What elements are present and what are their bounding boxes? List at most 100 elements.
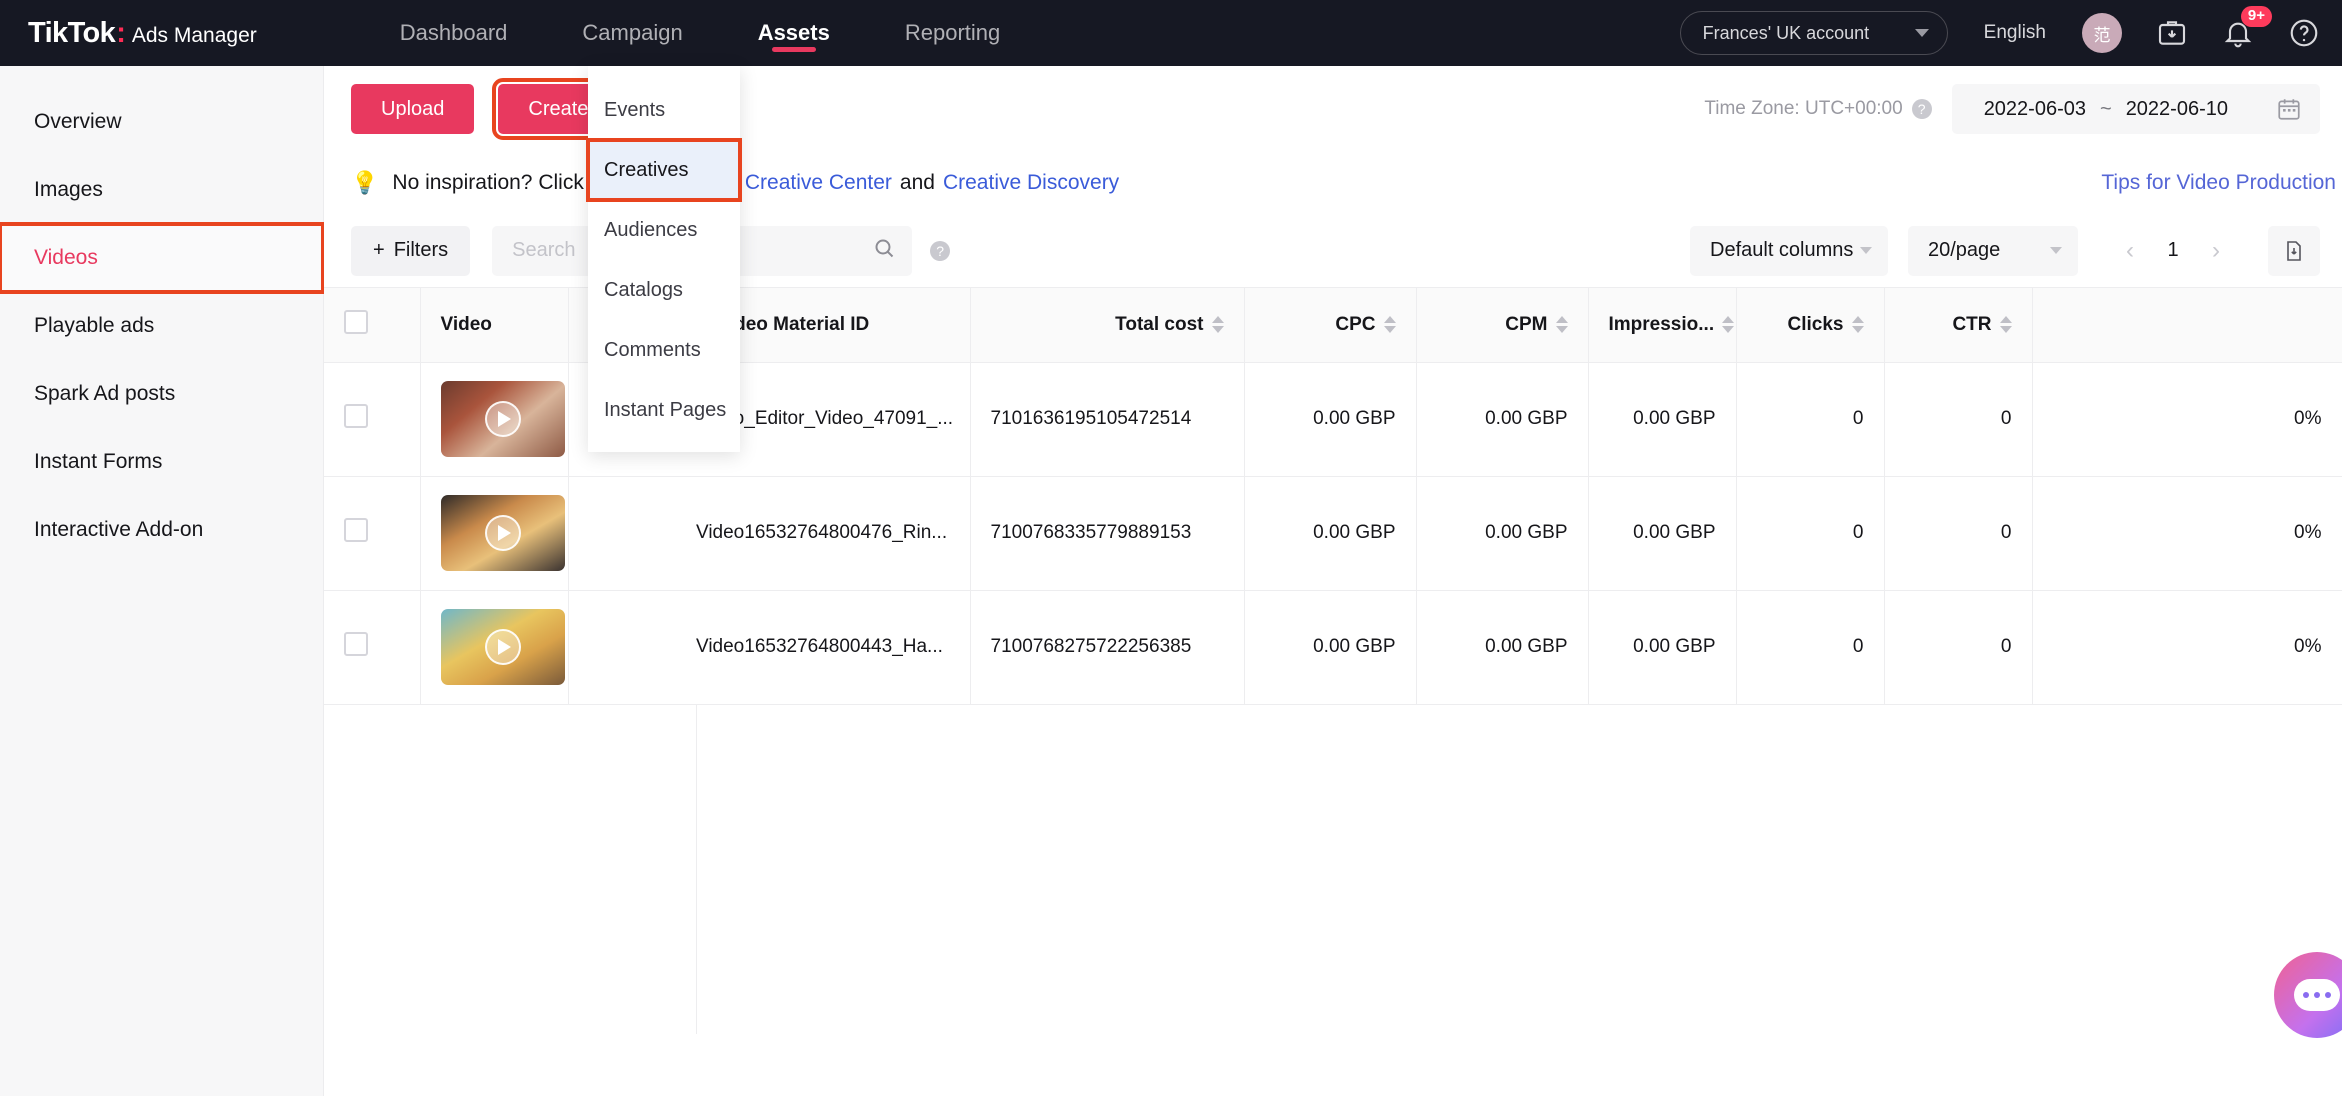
column-header-date[interactable] [2032, 288, 2342, 363]
search-icon[interactable] [872, 236, 896, 265]
video-name-spacer [568, 476, 696, 591]
select-all-checkbox[interactable] [344, 309, 368, 334]
sort-icon[interactable] [1383, 316, 1396, 334]
upload-button[interactable]: Upload [351, 84, 475, 134]
account-selector[interactable]: Frances' UK account [1679, 11, 1948, 55]
sort-icon[interactable] [1555, 316, 1568, 334]
creative-center-link[interactable]: Creative Center [745, 171, 892, 195]
column-header-impressions[interactable]: Impressio... [1588, 288, 1737, 363]
export-download-button[interactable] [2268, 225, 2320, 276]
row-checkbox[interactable] [344, 404, 368, 428]
brand-name: TikTok [28, 16, 116, 49]
clicks-cell: 0 [1884, 476, 2033, 591]
sidebar-item-playable-ads[interactable]: Playable ads [0, 292, 323, 360]
dropdown-item-comments[interactable]: Comments [588, 320, 740, 380]
account-name: Frances' UK account [1702, 22, 1870, 43]
sidebar-item-instant-forms[interactable]: Instant Forms [0, 428, 323, 496]
play-icon[interactable] [484, 515, 521, 551]
sort-icon[interactable] [1722, 316, 1735, 334]
row-select-cell [324, 362, 421, 477]
play-icon[interactable] [484, 401, 521, 437]
current-page-number[interactable]: 1 [2158, 239, 2188, 262]
video-thumbnail[interactable] [440, 381, 565, 457]
next-page-button[interactable]: › [2188, 237, 2244, 265]
toolbox-icon[interactable] [2156, 17, 2188, 49]
column-header-total-cost[interactable]: Total cost [970, 288, 1245, 363]
creative-discovery-link[interactable]: Creative Discovery [943, 171, 1119, 195]
dropdown-item-creatives[interactable]: Creatives [586, 138, 742, 202]
clicks-cell: 0 [1884, 362, 2033, 477]
filter-bar-right-controls: Default columns 20/page ‹ 1 › [1690, 225, 2320, 276]
page-size-selector[interactable]: 20/page [1908, 225, 2078, 276]
brand-product: Ads Manager [131, 23, 257, 47]
tip-text-and: and [899, 171, 935, 194]
date-range-picker[interactable]: 2022-06-03 ~ 2022-06-10 [1951, 84, 2320, 134]
filters-label: Filters [393, 239, 449, 261]
sort-icon[interactable] [1211, 316, 1224, 334]
sidebar-item-spark-ad-posts[interactable]: Spark Ad posts [0, 360, 323, 428]
tiktok-ads-manager-page: TikTok: Ads Manager Dashboard Campaign A… [0, 0, 2342, 1096]
sidebar-item-images[interactable]: Images [0, 156, 323, 224]
help-icon[interactable] [2288, 17, 2320, 49]
dropdown-item-audiences[interactable]: Audiences [588, 200, 740, 260]
sidebar-item-interactive-add-on[interactable]: Interactive Add-on [0, 496, 323, 564]
timezone-daterange: Time Zone: UTC+00:00 ? 2022-06-03 ~ 2022… [1704, 84, 2320, 134]
nav-tab-assets[interactable]: Assets [758, 0, 830, 66]
nav-tab-campaign[interactable]: Campaign [582, 0, 682, 66]
nav-tab-reporting[interactable]: Reporting [905, 0, 1000, 66]
sort-icon[interactable] [1999, 316, 2012, 334]
table-empty-space [324, 704, 2342, 1034]
dropdown-item-events[interactable]: Events [588, 80, 740, 140]
dropdown-item-instant-pages[interactable]: Instant Pages [588, 380, 740, 440]
lightbulb-icon: 💡 [351, 170, 379, 195]
tips-for-video-production-link[interactable]: Tips for Video Production [2101, 171, 2336, 195]
date-start: 2022-06-03 [1983, 97, 2086, 120]
date-separator: ~ [2100, 97, 2112, 120]
ctr-cell: 0% [2032, 362, 2342, 477]
column-header-clicks[interactable]: Clicks [1736, 288, 1885, 363]
column-header-cpm[interactable]: CPM [1416, 288, 1589, 363]
video-name-cell: Video16532764800476_Rin... [696, 476, 971, 591]
chevron-down-icon [2050, 247, 2062, 254]
columns-label: Default columns [1710, 239, 1854, 261]
sidebar-item-overview[interactable]: Overview [0, 88, 323, 156]
nav-tabs: Dashboard Campaign Assets Reporting [400, 0, 1075, 66]
tip-text-before: No inspiration? Click h [392, 171, 602, 194]
sidebar-item-videos[interactable]: Videos [0, 222, 325, 294]
table-row[interactable]: Video16532764800476_Rin... 7100768335779… [324, 476, 2342, 591]
video-thumbnail[interactable] [440, 609, 565, 685]
column-header-cpc[interactable]: CPC [1244, 288, 1417, 363]
columns-selector[interactable]: Default columns [1690, 225, 1888, 276]
column-header-cpc-label: CPC [1335, 313, 1376, 335]
table-row[interactable]: Video16532764800443_Ha... 71007682757222… [324, 590, 2342, 705]
top-navigation-bar: TikTok: Ads Manager Dashboard Campaign A… [0, 0, 2342, 66]
notifications-bell-icon[interactable]: 9+ [2222, 6, 2272, 49]
dropdown-item-catalogs[interactable]: Catalogs [588, 260, 740, 320]
total-cost-cell: 0.00 GBP [1244, 590, 1417, 705]
ctr-cell: 0% [2032, 590, 2342, 705]
language-selector[interactable]: English [1984, 22, 2046, 44]
select-all-header [324, 288, 421, 363]
column-header-video[interactable]: Video [420, 288, 569, 363]
prev-page-button[interactable]: ‹ [2102, 237, 2158, 265]
video-material-id-cell: 7100768335779889153 [970, 476, 1245, 591]
brand-colon: : [116, 16, 126, 49]
cpm-cell: 0.00 GBP [1588, 362, 1737, 477]
sidebar: Overview Images Videos Playable ads Spar… [0, 66, 325, 1096]
video-name-cell: Video16532764800443_Ha... [696, 590, 971, 705]
search-help-icon[interactable]: ? [930, 240, 951, 261]
play-icon[interactable] [484, 629, 521, 665]
avatar[interactable]: 范 [2082, 13, 2122, 53]
brand-logo[interactable]: TikTok: Ads Manager [28, 17, 257, 50]
pagination: ‹ 1 › [2102, 237, 2244, 265]
filters-button[interactable]: + Filters [351, 225, 471, 276]
video-thumbnail-cell [420, 362, 569, 477]
row-checkbox[interactable] [344, 632, 368, 656]
cpc-cell: 0.00 GBP [1416, 476, 1589, 591]
column-header-ctr[interactable]: CTR [1884, 288, 2033, 363]
help-circle-icon[interactable]: ? [1911, 99, 1932, 119]
nav-tab-dashboard[interactable]: Dashboard [400, 0, 508, 66]
row-checkbox[interactable] [344, 518, 368, 542]
sort-icon[interactable] [1851, 316, 1864, 334]
video-thumbnail[interactable] [440, 495, 565, 571]
